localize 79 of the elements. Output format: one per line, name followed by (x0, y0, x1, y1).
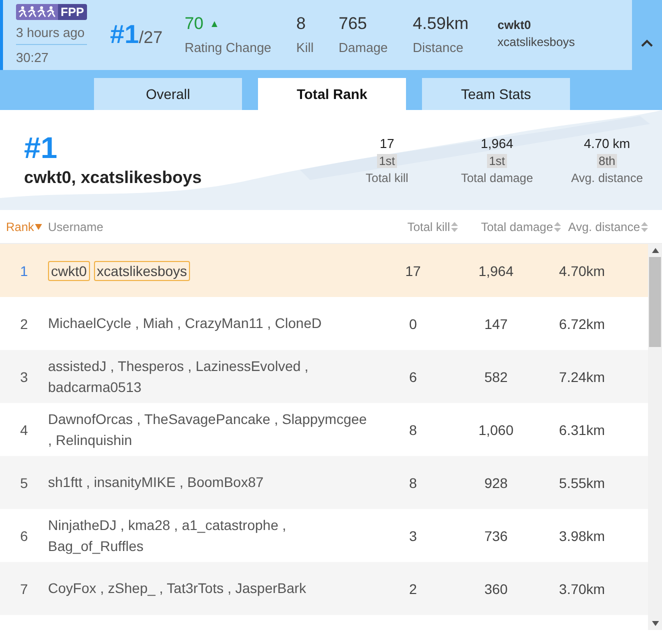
kill-cell-text: 3 (408, 528, 418, 544)
distance-cell-text: 7.24km (558, 368, 606, 384)
stat-value: 4.70 km (584, 136, 630, 150)
stat-label: Total kill (366, 170, 408, 184)
player-tag: xcatslikesboys (94, 260, 190, 280)
table-row[interactable]: 5 sh1ftt , insanityMIKE , BoomBox87 8 928 5.55km (0, 456, 648, 509)
distance-cell-text: 5.55km (558, 474, 606, 490)
rank-cell-text: 1 (19, 262, 29, 278)
table-row[interactable]: 7 CoyFox , zShep_ , Tat3rTots , JasperBark 2 360 3.70km (0, 562, 648, 615)
player-name: xcatslikesboys (498, 35, 575, 49)
damage-cell-text: 147 (483, 316, 509, 332)
place-badge: 1st (376, 154, 397, 168)
match-duration: 30:27 (16, 50, 50, 65)
distance-cell-text: 3.98km (558, 528, 606, 544)
damage-cell-text: 360 (483, 580, 509, 596)
rank-number: #1 (110, 19, 139, 50)
damage-cell-text: 582 (483, 368, 509, 384)
rank-cell-text: 4 (19, 422, 29, 438)
trend-arrow: ▲ (209, 18, 220, 30)
player-tag: cwkt0 (48, 260, 90, 280)
stat-value: 1,964 (480, 136, 514, 150)
chevron-icon (640, 38, 654, 48)
distance-cell-text: 3.70km (558, 580, 606, 596)
stat-value: 4.59km (412, 14, 469, 34)
tab[interactable]: Total Rank (258, 78, 406, 110)
mode-badge: FPP (58, 4, 87, 20)
rank-cell-text: 5 (19, 474, 29, 490)
username-cell-text: NinjatheDJ , kma28 , a1_catastrophe , Bag_of_Ruffles (48, 516, 288, 556)
scrollbar[interactable] (648, 244, 662, 630)
stat-value: 70 (184, 14, 204, 34)
player-name: cwkt0 (498, 18, 532, 32)
username-cell-text: sh1ftt , insanityMIKE , BoomBox87 (48, 473, 265, 492)
column-header[interactable]: Total damage (458, 220, 561, 234)
rank-cell-text: 6 (19, 528, 29, 544)
username-cell-text: assistedJ , Thesperos , LazinessEvolved , badcarma0513 (48, 356, 310, 396)
stat-label: Distance (412, 40, 464, 55)
runners-icon (16, 4, 58, 20)
kill-cell-text: 6 (408, 368, 418, 384)
stat-label: Avg. distance (571, 170, 643, 184)
stat-label: Kill (296, 40, 314, 55)
sort-down-icon (35, 224, 42, 230)
column-header[interactable]: Total kill (398, 220, 458, 234)
kill-cell-text: 8 (408, 422, 418, 438)
rank-cell-text: 7 (19, 580, 29, 596)
rank-total: /27 (138, 28, 163, 48)
kill-cell-text: 2 (408, 580, 418, 596)
damage-cell-text: 1,964 (477, 262, 515, 278)
damage-cell-text: 928 (483, 474, 509, 490)
rank-cell-text: 2 (19, 316, 29, 332)
username-cell-text: MichaelCycle , Miah , CrazyMan11 , CloneD (48, 314, 323, 333)
stat-label: Damage (338, 40, 388, 55)
distance-cell-text: 4.70km (558, 262, 606, 278)
tab[interactable]: Team Stats (422, 78, 570, 110)
stat-value: 17 (380, 136, 394, 150)
stat-value: 765 (338, 14, 368, 34)
stat-label: Total damage (460, 170, 534, 184)
damage-cell-text: 736 (483, 528, 509, 544)
kill-cell-text: 0 (408, 316, 418, 332)
rank-cell-text: 3 (19, 368, 29, 384)
username-cell-text: CoyFox , zShep_ , Tat3rTots , JasperBark (48, 579, 308, 598)
stat-label: Rating Change (184, 40, 272, 55)
username-cell-text: DawnofOrcas , TheSavagePancake , Slappymcgee , Relinquishin (48, 410, 368, 450)
scroll-up-icon[interactable] (652, 248, 658, 253)
damage-cell-text: 1,060 (477, 422, 515, 438)
distance-cell-text: 6.72km (558, 316, 606, 332)
team-rank: #1 (24, 132, 58, 164)
table-row[interactable]: 1 cwkt0 xcatslikesboys 17 1,964 4.70km (0, 244, 648, 297)
column-header[interactable]: Avg. distance (561, 220, 648, 234)
scrollbar-thumb[interactable] (649, 257, 661, 347)
scroll-down-icon[interactable] (652, 621, 658, 626)
column-header: Username (48, 220, 104, 234)
distance-cell-text: 6.31km (558, 422, 606, 438)
match-time: 3 hours ago (16, 25, 87, 45)
tab[interactable]: Overall (94, 78, 242, 110)
stat-value: 8 (296, 14, 306, 34)
team-name: cwkt0, xcatslikesboys (24, 168, 203, 188)
table-row[interactable]: 3 assistedJ , Thesperos , LazinessEvolved , badcarma0513 6 582 7.24km (0, 350, 648, 403)
kill-cell-text: 8 (408, 474, 418, 490)
kill-cell-text: 17 (404, 262, 422, 278)
